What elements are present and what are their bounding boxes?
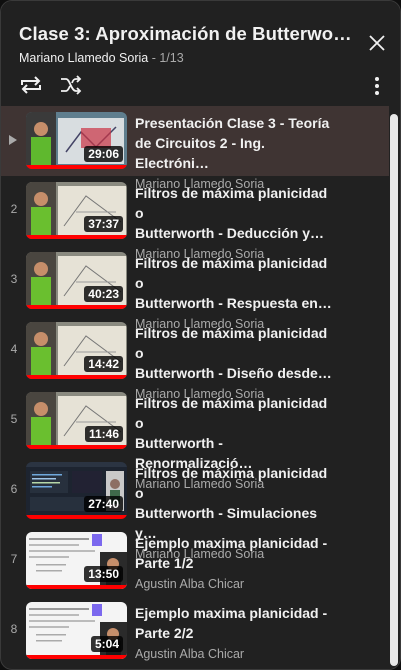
video-thumbnail[interactable]: 14:42 — [26, 322, 127, 379]
playlist-subline: Mariano Llamedo Soria - 1/13 — [19, 51, 184, 65]
video-duration: 40:23 — [84, 286, 123, 302]
video-title[interactable]: Ejemplo maxima planicidad - Parte 2/2 — [135, 603, 335, 643]
video-channel[interactable]: Agustin Alba Chicar — [135, 577, 335, 591]
loop-button[interactable] — [18, 74, 44, 96]
close-button[interactable] — [363, 29, 391, 57]
video-thumbnail[interactable]: 11:46 — [26, 392, 127, 449]
playlist-items: 29:06 Presentación Clase 3 - Teoría de Ci… — [1, 105, 389, 669]
more-vert-icon — [375, 77, 379, 95]
watch-progress-bar — [26, 585, 127, 589]
video-info: Ejemplo maxima planicidad - Parte 1/2 Agu… — [135, 533, 335, 591]
now-playing-icon — [9, 135, 17, 145]
subline-separator: - — [148, 51, 160, 65]
playlist-owner[interactable]: Mariano Llamedo Soria — [19, 51, 148, 65]
video-duration: 5:04 — [90, 636, 123, 652]
playlist-counter: 1/13 — [159, 51, 184, 65]
playlist-item[interactable]: 4 14:42 Filtros de máxima planicidad o But… — [1, 316, 389, 401]
playlist-item-index: 4 — [10, 342, 18, 356]
playlist-item-index: 7 — [10, 552, 18, 566]
video-duration: 37:37 — [84, 216, 123, 232]
watch-progress-bar — [26, 165, 127, 169]
playlist-item-index: 5 — [10, 412, 18, 426]
shuffle-button[interactable] — [58, 74, 84, 96]
watch-progress-bar — [26, 375, 127, 379]
shuffle-icon — [61, 75, 82, 95]
watch-progress-bar — [26, 515, 127, 519]
playlist-item[interactable]: 3 40:23 Filtros de máxima planicidad o But… — [1, 246, 389, 331]
scrollbar-thumb[interactable] — [390, 114, 398, 666]
video-title[interactable]: Filtros de máxima planicidad o Butterwor… — [135, 183, 335, 243]
playlist-item[interactable]: 7 13:50 Ejemplo maxima planicidad - Parte … — [1, 526, 389, 596]
video-duration: 14:42 — [84, 356, 123, 372]
watch-progress-bar — [26, 305, 127, 309]
playlist-panel: Clase 3: Aproximación de Butterworth Mar… — [0, 0, 401, 670]
video-title[interactable]: Filtros de máxima planicidad o Butterwor… — [135, 323, 335, 383]
playlist-header: Clase 3: Aproximación de Butterworth Mar… — [1, 1, 400, 103]
video-title[interactable]: Filtros de máxima planicidad o Butterwor… — [135, 253, 335, 313]
video-duration: 11:46 — [84, 426, 123, 442]
playlist-item-index: 2 — [10, 202, 18, 216]
video-title[interactable]: Presentación Clase 3 - Teoría de Circuit… — [135, 113, 335, 173]
loop-icon — [21, 76, 41, 94]
video-duration: 27:40 — [84, 496, 123, 512]
more-options-button[interactable] — [367, 75, 387, 97]
video-info: Ejemplo maxima planicidad - Parte 2/2 Agu… — [135, 603, 335, 661]
video-title[interactable]: Ejemplo maxima planicidad - Parte 1/2 — [135, 533, 335, 573]
playlist-item[interactable]: 2 37:37 Filtros de máxima planicidad o But… — [1, 176, 389, 261]
playlist-item-index: 6 — [10, 482, 18, 496]
watch-progress-bar — [26, 655, 127, 659]
playlist-item[interactable]: 29:06 Presentación Clase 3 - Teoría de Ci… — [1, 106, 389, 191]
video-thumbnail[interactable]: 5:04 — [26, 602, 127, 659]
video-channel[interactable]: Agustin Alba Chicar — [135, 647, 335, 661]
playlist-item-index: 8 — [10, 622, 18, 636]
playlist-item[interactable]: 8 5:04 Ejemplo maxima planicidad - Parte 2… — [1, 596, 389, 666]
watch-progress-bar — [26, 235, 127, 239]
playlist-item-index: 3 — [10, 272, 18, 286]
video-duration: 13:50 — [84, 566, 123, 582]
video-thumbnail[interactable]: 40:23 — [26, 252, 127, 309]
playlist-title[interactable]: Clase 3: Aproximación de Butterworth — [19, 23, 354, 45]
close-icon — [369, 35, 385, 51]
video-duration: 29:06 — [84, 146, 123, 162]
video-thumbnail[interactable]: 37:37 — [26, 182, 127, 239]
playlist-item[interactable]: 5 11:46 Filtros de máxima planicidad o But… — [1, 386, 389, 491]
video-thumbnail[interactable]: 29:06 — [26, 112, 127, 169]
watch-progress-bar — [26, 445, 127, 449]
playlist-item[interactable]: 6 27:40 Filtros de máxima planicidad o But… — [1, 456, 389, 561]
video-thumbnail[interactable]: 13:50 — [26, 532, 127, 589]
video-thumbnail[interactable]: 27:40 — [26, 462, 127, 519]
